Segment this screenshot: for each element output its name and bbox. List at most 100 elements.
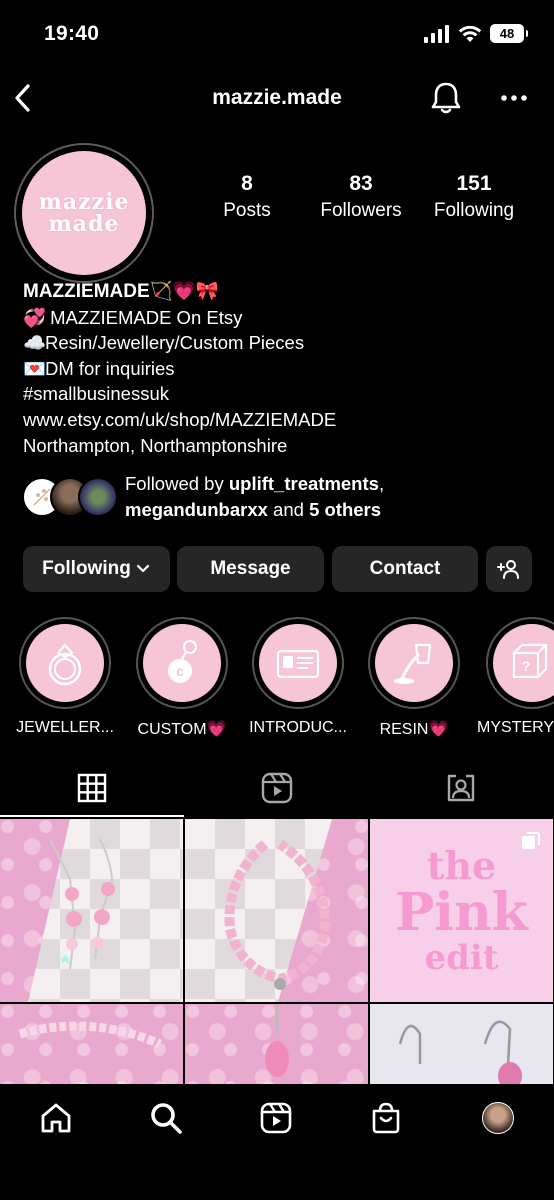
avatar[interactable]: mazzie made xyxy=(22,151,146,275)
followed-sep: , xyxy=(378,473,385,494)
id-card-icon xyxy=(276,649,320,679)
bio-name: MAZZIEMADE xyxy=(23,281,150,302)
profile-bio: MAZZIEMADE🏹💗🎀 💞 MAZZIEMADE On Etsy ☁️Res… xyxy=(23,278,533,458)
followed-by-text: Followed by uplift_treatments, megandunb… xyxy=(125,471,384,523)
bottom-navigation xyxy=(0,1084,554,1200)
highlight-label: JEWELLER... xyxy=(16,719,114,736)
stat-value: 83 xyxy=(349,172,373,195)
bracelet-icon xyxy=(224,839,331,990)
highlight-label: INTRODUC... xyxy=(249,719,347,736)
stat-following[interactable]: 151 Following xyxy=(414,172,534,222)
followed-user-link[interactable]: uplift_treatments xyxy=(229,473,379,494)
followed-by-prefix: Followed by xyxy=(125,473,229,494)
highlight-ring xyxy=(368,617,460,709)
earrings-icon xyxy=(398,1020,522,1084)
nav-search[interactable] xyxy=(146,1098,186,1138)
active-tab-indicator xyxy=(0,815,184,817)
highlight-ring: ? xyxy=(486,617,554,709)
post-tile[interactable] xyxy=(0,819,183,1002)
bio-name-line: MAZZIEMADE🏹💗🎀 xyxy=(23,278,533,305)
tab-grid[interactable] xyxy=(62,768,122,808)
followed-and: and xyxy=(267,499,310,520)
reels-icon xyxy=(260,1102,292,1134)
nav-shop[interactable] xyxy=(366,1098,406,1138)
highlight-introduction[interactable]: INTRODUC... xyxy=(248,617,348,737)
suggest-people-button[interactable] xyxy=(486,546,532,592)
bio-location[interactable]: Northampton, Northamptonshire xyxy=(23,433,533,459)
keychain-icon: c xyxy=(168,640,197,683)
highlight-cover xyxy=(259,624,337,702)
message-button[interactable]: Message xyxy=(177,546,324,592)
reels-icon xyxy=(261,772,293,804)
avatar-logo-line2: made xyxy=(48,211,120,237)
highlight-ring xyxy=(19,617,111,709)
status-time: 19:40 xyxy=(44,22,100,45)
chevron-down-icon xyxy=(136,564,149,573)
stat-value: 8 xyxy=(241,172,253,195)
bio-link[interactable]: www.etsy.com/uk/shop/MAZZIEMADE xyxy=(23,407,533,433)
bio-hashtag[interactable]: #smallbusinessuk xyxy=(23,381,533,407)
bio-line: 💌DM for inquiries xyxy=(23,356,533,382)
search-icon xyxy=(151,1103,182,1134)
nav-home[interactable] xyxy=(36,1098,76,1138)
nav-profile[interactable] xyxy=(478,1098,518,1138)
stat-followers[interactable]: 83 Followers xyxy=(301,172,421,222)
stat-label: Followers xyxy=(320,200,402,221)
stat-label: Posts xyxy=(223,200,271,221)
post-text-line: edit xyxy=(424,937,499,978)
highlight-custom[interactable]: c CUSTOM💗 xyxy=(132,617,232,739)
highlight-cover xyxy=(26,624,104,702)
profile-username: mazzie.made xyxy=(212,86,342,109)
follower-avatar xyxy=(78,477,118,517)
bio-text: MAZZIEMADE On Etsy xyxy=(50,306,243,328)
mystery-box-icon: ? xyxy=(512,643,548,679)
contact-button-label: Contact xyxy=(369,558,441,579)
post-tile[interactable]: the Pink edit xyxy=(370,819,553,1002)
nav-reels[interactable] xyxy=(256,1098,296,1138)
shop-icon xyxy=(372,1102,400,1134)
ring-icon xyxy=(48,643,82,686)
post-tile[interactable] xyxy=(370,1004,553,1084)
contact-button[interactable]: Contact xyxy=(332,546,478,592)
followed-by[interactable]: Followed by uplift_treatments, megandunb… xyxy=(22,471,542,531)
bio-text: Resin/Jewellery/Custom Pieces xyxy=(45,332,305,354)
highlight-resin[interactable]: RESIN💗 xyxy=(364,617,464,739)
followed-others-link[interactable]: 5 others xyxy=(309,499,381,520)
highlight-mystery[interactable]: ? MYSTERY xyxy=(477,617,554,737)
carousel-icon xyxy=(522,832,540,849)
status-icons: 48 xyxy=(424,24,528,43)
tab-tagged[interactable] xyxy=(431,768,491,808)
highlight-cover: c xyxy=(143,624,221,702)
stat-posts[interactable]: 8 Posts xyxy=(187,172,307,222)
highlight-label: MYSTERY xyxy=(477,719,554,736)
highlight-jewellery[interactable]: JEWELLER... xyxy=(15,617,115,737)
post-tile[interactable] xyxy=(185,819,368,1002)
tagged-icon xyxy=(447,774,475,802)
tab-reels[interactable] xyxy=(247,768,307,808)
highlight-cover xyxy=(375,624,453,702)
bracelet-icon xyxy=(18,1021,162,1049)
followed-user-link[interactable]: megandunbarxx xyxy=(125,499,268,520)
message-button-label: Message xyxy=(210,558,291,579)
earrings-icon xyxy=(49,838,115,970)
signal-icon xyxy=(424,24,449,43)
post-tile[interactable] xyxy=(0,1004,183,1084)
add-person-icon xyxy=(497,560,519,579)
bio-emoji: 💌 xyxy=(23,357,47,379)
bio-emoji: 💞 xyxy=(23,306,47,328)
following-button[interactable]: Following xyxy=(23,546,170,592)
avatar-logo: mazzie made xyxy=(39,191,130,235)
bio-line: ☁️Resin/Jewellery/Custom Pieces xyxy=(23,330,533,356)
post-text-line: Pink xyxy=(395,881,528,943)
more-options-icon[interactable] xyxy=(498,84,530,112)
bell-icon[interactable] xyxy=(428,80,464,116)
profile-icon xyxy=(482,1102,514,1134)
post-tile[interactable] xyxy=(185,1004,368,1084)
wifi-icon xyxy=(458,25,482,42)
svg-text:c: c xyxy=(176,663,184,679)
resin-cup-icon xyxy=(394,643,432,684)
charm-icon xyxy=(265,1004,289,1077)
bio-emoji: ☁️ xyxy=(23,332,47,354)
stat-value: 151 xyxy=(456,172,492,195)
svg-text:?: ? xyxy=(522,658,531,674)
